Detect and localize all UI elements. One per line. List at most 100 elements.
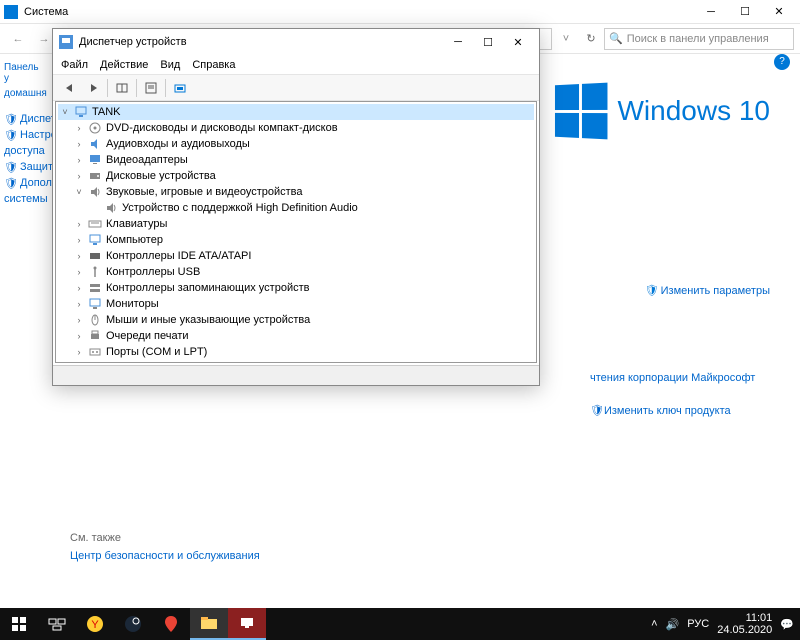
tree-node[interactable]: ›Контроллеры USB xyxy=(58,264,534,280)
tree-node[interactable]: ›Программные устройства xyxy=(58,360,534,363)
tray-volume-icon[interactable]: 🔊 xyxy=(666,618,680,631)
security-center-link[interactable]: Центр безопасности и обслуживания xyxy=(70,550,260,562)
ms-license-link[interactable]: чтения корпорации Майкрософт xyxy=(590,372,755,384)
tree-label: Контроллеры IDE ATA/ATAPI xyxy=(106,250,251,262)
tree-label: Клавиатуры xyxy=(106,218,167,230)
system-title: Система xyxy=(24,6,694,18)
tree-label: Компьютер xyxy=(106,234,163,246)
menu-action[interactable]: Действие xyxy=(100,59,148,71)
tree-twisty[interactable]: › xyxy=(74,171,84,181)
tree-node[interactable]: ›Аудиовходы и аудиовыходы xyxy=(58,136,534,152)
ide-icon xyxy=(88,249,102,263)
device-tree[interactable]: ˅ TANK ›DVD-дисководы и дисководы компакт-… xyxy=(55,101,537,363)
tree-node[interactable]: ˅ TANK xyxy=(58,104,534,120)
back-button[interactable]: ← xyxy=(6,27,30,51)
refresh-button[interactable]: ↻ xyxy=(580,32,602,45)
close-button[interactable]: ✕ xyxy=(762,0,796,24)
svg-text:Y: Y xyxy=(91,619,99,631)
taskbar-app-maps[interactable] xyxy=(152,608,190,640)
dm-maximize-button[interactable]: ☐ xyxy=(473,31,503,53)
see-also: См. также Центр безопасности и обслужива… xyxy=(70,532,260,562)
tree-node[interactable]: ˅ Звуковые, игровые и видеоустройства xyxy=(58,184,534,200)
dm-menubar: Файл Действие Вид Справка xyxy=(53,55,539,75)
shield-icon: 🛡 xyxy=(4,129,16,141)
tree-node[interactable]: ›Контроллеры запоминающих устройств xyxy=(58,280,534,296)
taskbar-app-explorer[interactable] xyxy=(190,608,228,640)
tree-twisty[interactable]: › xyxy=(74,235,84,245)
dm-titlebar[interactable]: Диспетчер устройств ─ ☐ ✕ xyxy=(53,29,539,55)
printer-icon xyxy=(88,329,102,343)
minimize-button[interactable]: ─ xyxy=(694,0,728,24)
sidebar-item[interactable]: 🛡Защита с xyxy=(4,159,46,175)
tray-clock[interactable]: 11:01 24.05.2020 xyxy=(717,612,772,636)
toolbar-scan[interactable] xyxy=(169,78,191,98)
menu-view[interactable]: Вид xyxy=(160,59,180,71)
tree-twisty[interactable]: › xyxy=(74,267,84,277)
device-manager-window: Диспетчер устройств ─ ☐ ✕ Файл Действие … xyxy=(52,28,540,386)
usb-icon xyxy=(88,265,102,279)
toolbar-back[interactable] xyxy=(59,78,81,98)
search-icon: 🔍 xyxy=(609,32,623,45)
shield-icon: 🛡 xyxy=(645,285,659,297)
search-input[interactable]: 🔍 Поиск в панели управления xyxy=(604,28,794,50)
tree-twisty[interactable]: › xyxy=(74,251,84,261)
history-dropdown[interactable]: ˅ xyxy=(554,27,578,51)
taskbar-app-steam[interactable] xyxy=(114,608,152,640)
dm-icon xyxy=(59,35,73,49)
tree-node[interactable]: Устройство с поддержкой High Definition … xyxy=(58,200,534,216)
sidebar-item[interactable]: 🛡Настройк xyxy=(4,127,46,143)
tree-twisty[interactable]: › xyxy=(74,315,84,325)
tree-twisty[interactable]: › xyxy=(74,331,84,341)
tree-twisty[interactable]: › xyxy=(74,123,84,133)
dm-close-button[interactable]: ✕ xyxy=(503,31,533,53)
tree-label: TANK xyxy=(92,106,121,118)
tree-twisty[interactable]: › xyxy=(74,155,84,165)
start-button[interactable] xyxy=(0,608,38,640)
computer-icon xyxy=(74,105,88,119)
sidebar-item: системы xyxy=(4,191,46,207)
tree-node[interactable]: ›Мыши и иные указывающие устройства xyxy=(58,312,534,328)
tree-label: Мониторы xyxy=(106,298,159,310)
tree-node[interactable]: ›Дисковые устройства xyxy=(58,168,534,184)
tree-twisty[interactable]: ˅ xyxy=(74,187,84,197)
taskbar: Y ˄ 🔊 РУС 11:01 24.05.2020 💬 xyxy=(0,608,800,640)
menu-file[interactable]: Файл xyxy=(61,59,88,71)
taskview-button[interactable] xyxy=(38,608,76,640)
sidebar: Панель у домашня 🛡Диспетч 🛡Настройк дост… xyxy=(0,54,50,618)
tree-node[interactable]: › Видеоадаптеры xyxy=(58,152,534,168)
sidebar-item[interactable]: 🛡Диспетч xyxy=(4,111,46,127)
tray-chevron-icon[interactable]: ˄ xyxy=(651,618,657,630)
toolbar-forward[interactable] xyxy=(82,78,104,98)
sidebar-heading: Панель у xyxy=(4,62,46,84)
dm-minimize-button[interactable]: ─ xyxy=(443,31,473,53)
shield-icon: 🛡 xyxy=(590,405,604,417)
tree-twisty[interactable]: › xyxy=(74,219,84,229)
change-params-link[interactable]: 🛡Изменить параметры xyxy=(645,284,770,297)
tree-node[interactable]: ›DVD-дисководы и дисководы компакт-диско… xyxy=(58,120,534,136)
tree-twisty[interactable]: › xyxy=(74,299,84,309)
tree-label: Программные устройства xyxy=(106,362,237,363)
tray-lang[interactable]: РУС xyxy=(687,618,709,630)
toolbar-properties[interactable] xyxy=(140,78,162,98)
menu-help[interactable]: Справка xyxy=(192,59,235,71)
tree-label: Видеоадаптеры xyxy=(106,154,188,166)
tree-node[interactable]: ›Очереди печати xyxy=(58,328,534,344)
tray-notifications-icon[interactable]: 💬 xyxy=(780,618,794,631)
taskbar-app-yandex[interactable]: Y xyxy=(76,608,114,640)
tree-node[interactable]: › Контроллеры IDE ATA/ATAPI xyxy=(58,248,534,264)
tree-node[interactable]: › Мониторы xyxy=(58,296,534,312)
system-tray[interactable]: ˄ 🔊 РУС 11:01 24.05.2020 💬 xyxy=(645,612,800,636)
toolbar-show-hide[interactable] xyxy=(111,78,133,98)
tree-twisty[interactable]: › xyxy=(74,139,84,149)
tree-twisty[interactable]: ˅ xyxy=(60,107,70,117)
tree-node[interactable]: ›Порты (COM и LPT) xyxy=(58,344,534,360)
tree-label: Звуковые, игровые и видеоустройства xyxy=(106,186,303,198)
maximize-button[interactable]: ☐ xyxy=(728,0,762,24)
tree-twisty[interactable]: › xyxy=(74,283,84,293)
tree-node[interactable]: › Компьютер xyxy=(58,232,534,248)
taskbar-app-devicemanager[interactable] xyxy=(228,608,266,640)
sidebar-item[interactable]: 🛡Дополни xyxy=(4,175,46,191)
tree-twisty[interactable]: › xyxy=(74,347,84,357)
tree-node[interactable]: › Клавиатуры xyxy=(58,216,534,232)
change-key-link[interactable]: 🛡Изменить ключ продукта xyxy=(590,404,755,417)
